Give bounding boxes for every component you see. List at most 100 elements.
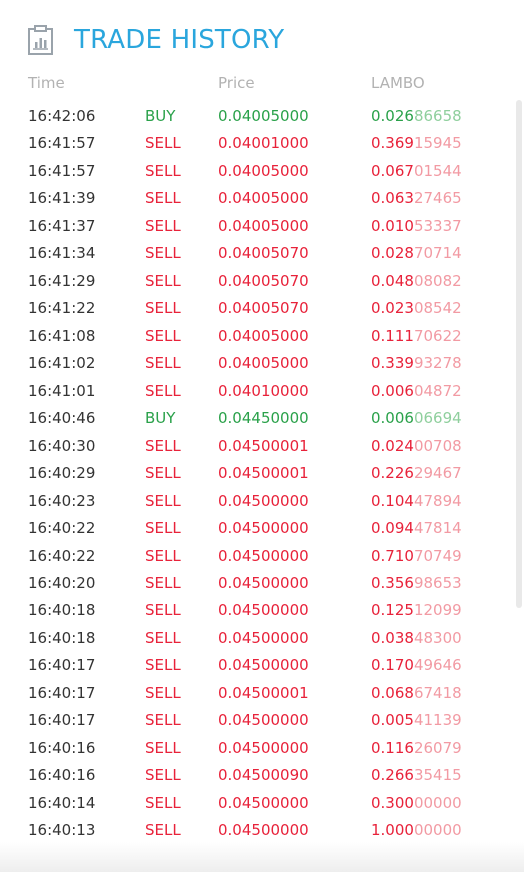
trade-amount: 0.09447814 [371, 519, 462, 537]
panel-header: TRADE HISTORY [27, 22, 284, 58]
trade-side: SELL [145, 216, 181, 235]
trade-price: 0.04500000 [218, 793, 309, 812]
trade-row: 16:40:14 SELL 0.04500000 0.30000000 [0, 790, 520, 817]
trade-amount-significant: 0.063 [371, 189, 414, 208]
trade-amount-trailing: 15945 [413, 134, 462, 153]
trade-time: 16:40:20 [28, 573, 96, 592]
trade-side: SELL [145, 491, 181, 510]
trade-amount-trailing: 70714 [413, 244, 462, 263]
trade-amount: 0.30000000 [371, 794, 462, 812]
trade-amount-trailing: 67418 [413, 683, 462, 702]
trade-price: 0.04005000 [218, 354, 309, 373]
trade-time: 16:40:18 [28, 601, 96, 620]
trade-amount-trailing: 12099 [413, 601, 462, 620]
trade-amount-significant: 0.048 [371, 271, 414, 290]
trade-amount: 0.26635415 [371, 766, 462, 784]
trade-price: 0.04500090 [218, 766, 309, 785]
trade-amount-significant: 0.026 [371, 107, 414, 125]
trade-row: 16:40:29 SELL 0.04500001 0.22629467 [0, 460, 520, 487]
trade-price: 0.04010000 [218, 381, 309, 400]
trade-amount-trailing: 70622 [413, 326, 462, 345]
trade-price: 0.04500000 [218, 656, 309, 675]
trade-amount: 0.04808082 [371, 272, 462, 290]
trade-amount-trailing: 00000 [413, 793, 462, 812]
trade-side: SELL [145, 601, 181, 620]
column-header-time[interactable]: Time [28, 74, 65, 92]
trade-amount-significant: 0.125 [371, 601, 414, 620]
trade-side: SELL [145, 628, 181, 647]
trade-row: 16:40:18 SELL 0.04500000 0.03848300 [0, 625, 520, 652]
trade-price: 0.04500001 [218, 464, 309, 483]
trade-side: SELL [145, 271, 181, 290]
trade-time: 16:40:29 [28, 464, 96, 483]
trade-side: SELL [145, 656, 181, 675]
trade-amount-trailing: 00000 [413, 821, 462, 840]
trade-amount-significant: 0.038 [371, 628, 414, 647]
column-header-amount[interactable]: LAMBO [371, 74, 425, 92]
trade-side: SELL [145, 161, 181, 180]
trade-amount-significant: 0.067 [371, 161, 414, 180]
chart-document-icon [27, 25, 54, 55]
scrollbar[interactable] [516, 100, 522, 608]
trade-side: SELL [145, 683, 181, 702]
trade-time: 16:41:01 [28, 381, 96, 400]
trade-amount-significant: 0.006 [371, 381, 414, 400]
trade-time: 16:40:18 [28, 628, 96, 647]
trade-side: SELL [145, 793, 181, 812]
trade-amount-significant: 0.104 [371, 491, 414, 510]
trade-row: 16:42:06 BUY 0.04005000 0.02686658 [0, 103, 520, 130]
trade-side: SELL [145, 381, 181, 400]
trade-amount: 0.17049646 [371, 656, 462, 674]
trade-amount: 0.02870714 [371, 244, 462, 262]
trade-time: 16:40:17 [28, 656, 96, 675]
trade-history-list: 16:42:06 BUY 0.04005000 0.02686658 16:41:57 S… [0, 103, 520, 845]
trade-amount-significant: 0.094 [371, 519, 414, 538]
trade-side: SELL [145, 436, 181, 455]
trade-price: 0.04500000 [218, 628, 309, 647]
trade-amount: 0.01053337 [371, 217, 462, 235]
trade-amount-trailing: 47814 [413, 519, 462, 538]
trade-row: 16:40:30 SELL 0.04500001 0.02400708 [0, 433, 520, 460]
trade-time: 16:40:14 [28, 793, 96, 812]
trade-amount-trailing: 70749 [413, 546, 462, 565]
trade-amount-trailing: 93278 [413, 354, 462, 373]
column-header-price[interactable]: Price [218, 74, 255, 92]
trade-amount-significant: 0.068 [371, 683, 414, 702]
trade-price: 0.04005000 [218, 107, 309, 125]
trade-amount-significant: 0.356 [371, 573, 414, 592]
trade-amount-trailing: 98653 [413, 573, 462, 592]
trade-amount-trailing: 04872 [413, 381, 462, 400]
trade-amount: 0.06701544 [371, 162, 462, 180]
trade-time: 16:40:16 [28, 766, 96, 785]
trade-time: 16:41:57 [28, 161, 96, 180]
trade-amount: 0.06867418 [371, 684, 462, 702]
trade-amount-trailing: 41139 [413, 711, 462, 730]
trade-amount-significant: 0.170 [371, 656, 414, 675]
trade-price: 0.04450000 [218, 409, 309, 428]
trade-row: 16:41:22 SELL 0.04005070 0.02308542 [0, 295, 520, 322]
trade-amount: 0.10447894 [371, 492, 462, 510]
trade-amount-trailing: 27465 [413, 189, 462, 208]
trade-side: SELL [145, 766, 181, 785]
trade-amount-trailing: 35415 [413, 766, 462, 785]
trade-side: BUY [145, 409, 176, 428]
trade-side: SELL [145, 189, 181, 208]
trade-side: SELL [145, 821, 181, 840]
trade-row: 16:41:34 SELL 0.04005070 0.02870714 [0, 240, 520, 267]
trade-amount-trailing: 49646 [413, 656, 462, 675]
trade-price: 0.04005000 [218, 189, 309, 208]
trade-row: 16:40:17 SELL 0.04500000 0.17049646 [0, 652, 520, 679]
trade-row: 16:41:08 SELL 0.04005000 0.11170622 [0, 323, 520, 350]
trade-time: 16:41:22 [28, 299, 96, 318]
trade-amount: 0.22629467 [371, 464, 462, 482]
trade-amount-trailing: 00708 [413, 436, 462, 455]
trade-side: SELL [145, 738, 181, 757]
trade-price: 0.04005000 [218, 326, 309, 345]
trade-side: SELL [145, 519, 181, 538]
trade-side: SELL [145, 546, 181, 565]
trade-price: 0.04500000 [218, 573, 309, 592]
trade-amount-significant: 0.005 [371, 711, 414, 730]
trade-time: 16:41:57 [28, 134, 96, 153]
trade-row: 16:40:20 SELL 0.04500000 0.35698653 [0, 570, 520, 597]
trade-amount-significant: 0.010 [371, 216, 414, 235]
